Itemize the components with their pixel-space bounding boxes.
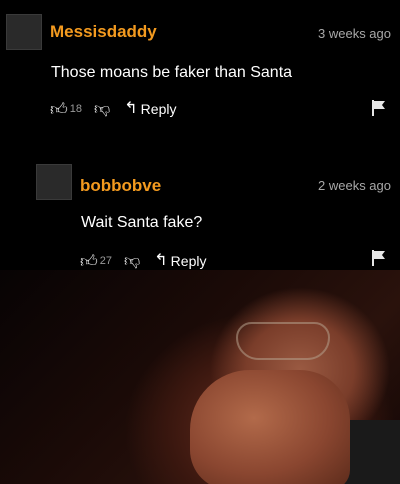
photo-glasses — [236, 322, 330, 360]
flag-icon[interactable] — [372, 250, 386, 266]
reaction-photo — [0, 270, 400, 484]
thumbs-down-icon[interactable]: 👎︎ — [94, 100, 110, 119]
upvote-count: 18 — [69, 103, 83, 115]
reply-label: Reply — [140, 101, 177, 117]
username[interactable]: Messisdaddy — [50, 22, 157, 42]
reply-arrow-icon: ↰ — [124, 100, 138, 117]
comment-actions: 👍︎ 27 👎︎ ↰ Reply — [80, 250, 206, 272]
comment-1: Messisdaddy 3 weeks ago Those moans be f… — [0, 0, 400, 140]
reply-button[interactable]: ↰ Reply — [124, 99, 176, 119]
thumbs-up-icon[interactable]: 👍︎ — [50, 99, 68, 120]
thumbs-up-icon[interactable]: 👍︎ — [80, 251, 98, 272]
reply-arrow-icon: ↰ — [154, 252, 168, 269]
comment-2: bobbobve 2 weeks ago Wait Santa fake? 👍︎… — [0, 150, 400, 275]
photo-hand — [190, 370, 350, 484]
reply-button[interactable]: ↰ Reply — [154, 251, 206, 271]
comment-actions: 👍︎ 18 👎︎ ↰ Reply — [50, 98, 176, 120]
comment-text: Wait Santa fake? — [81, 214, 203, 231]
thumbs-down-icon[interactable]: 👎︎ — [124, 252, 140, 271]
timestamp: 3 weeks ago — [318, 26, 391, 41]
flag-icon[interactable] — [372, 100, 386, 116]
avatar[interactable] — [6, 14, 42, 50]
timestamp: 2 weeks ago — [318, 178, 391, 193]
reply-label: Reply — [170, 253, 207, 269]
avatar[interactable] — [36, 164, 72, 200]
comment-text: Those moans be faker than Santa — [51, 64, 293, 81]
username[interactable]: bobbobve — [80, 176, 161, 196]
upvote-count: 27 — [99, 255, 113, 267]
